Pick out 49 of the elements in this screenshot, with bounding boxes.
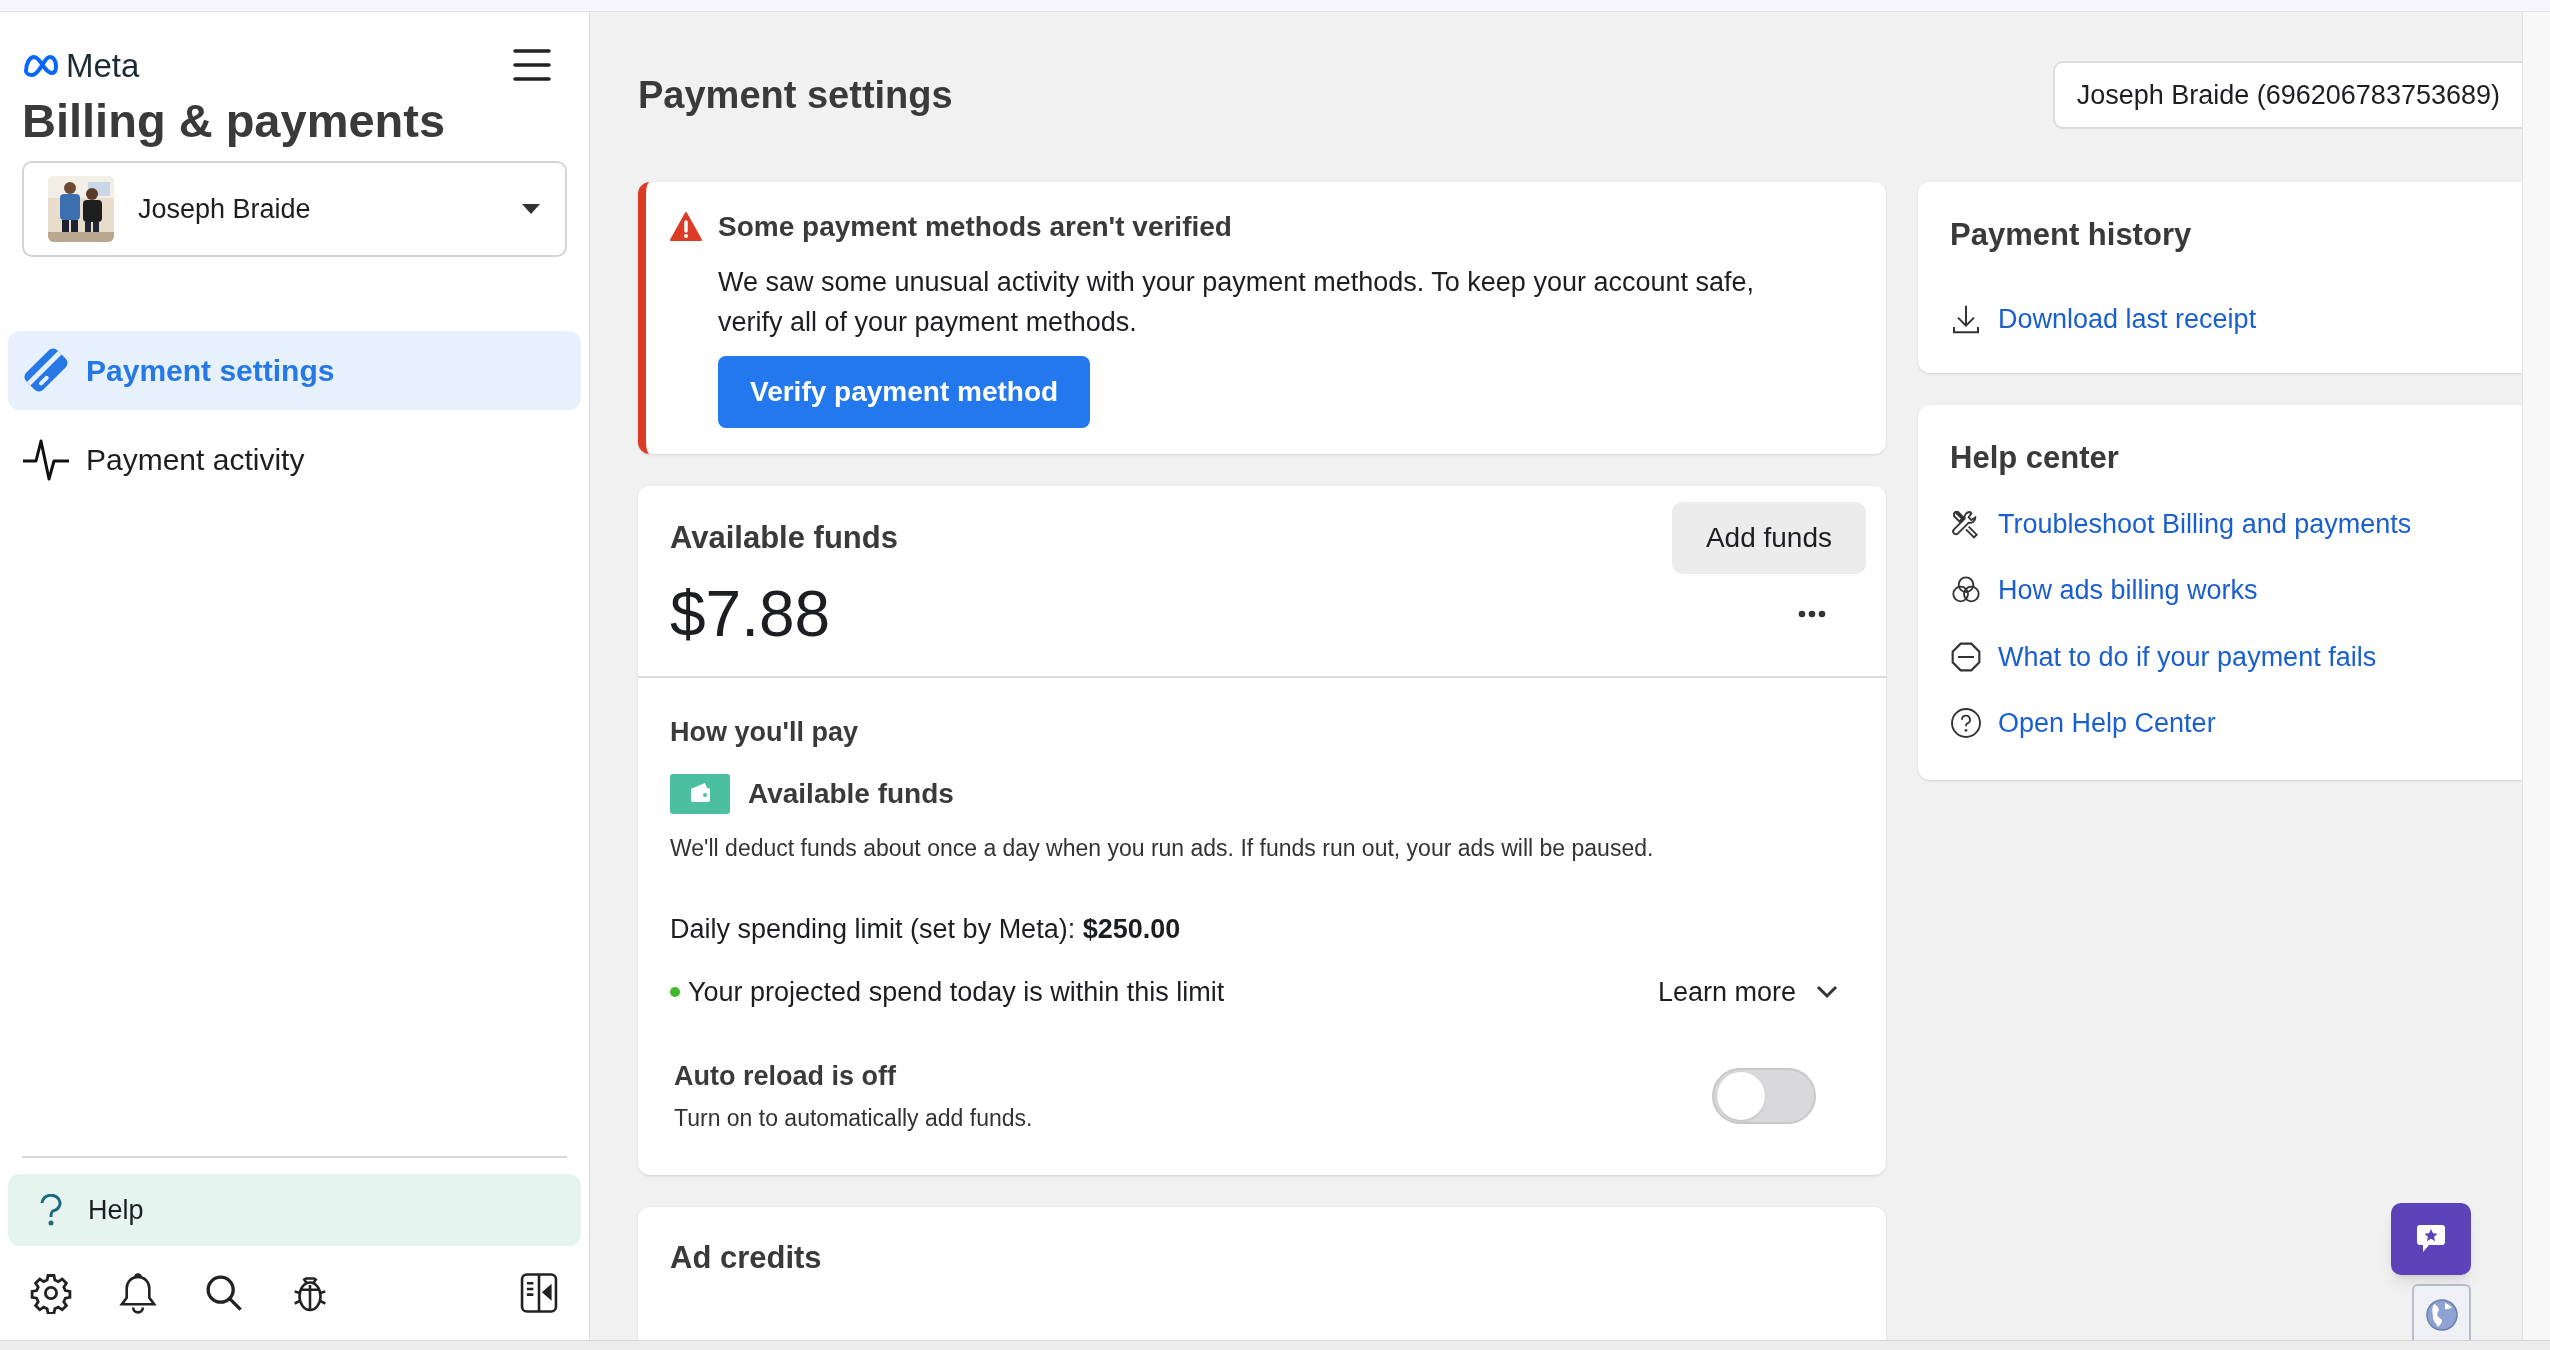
globe-icon xyxy=(2424,1298,2459,1332)
account-dropdown[interactable]: Joseph Braide xyxy=(22,160,567,257)
funds-amount: $7.88 xyxy=(670,582,831,646)
spending-limit: Daily spending limit (set by Meta): $250.00 xyxy=(670,913,1182,946)
settings-icon[interactable] xyxy=(30,1272,72,1314)
nav-item[interactable]: Payment activity xyxy=(8,419,581,499)
auto-reload-title: Auto reload is off xyxy=(674,1060,897,1093)
sidebar-title: Billing & payments xyxy=(21,93,447,149)
card-title: Ad credits xyxy=(670,1240,822,1275)
help-link[interactable]: What to do if your payment fails xyxy=(1998,636,2377,677)
wallet-icon xyxy=(670,773,730,814)
projected-spend-text: Your projected spend today is within this limit xyxy=(688,975,1225,1009)
card-title: Available funds xyxy=(670,518,898,557)
help-link[interactable]: Troubleshoot Billing and payments xyxy=(1998,503,2412,544)
meta-logo-icon xyxy=(22,53,60,77)
bell-icon[interactable] xyxy=(118,1272,158,1314)
menu-icon[interactable] xyxy=(513,48,551,82)
account-name: Joseph Braide xyxy=(138,192,312,226)
warning-icon xyxy=(670,212,702,242)
payment-method-name: Available funds xyxy=(748,776,954,811)
auto-reload-subtitle: Turn on to automatically add funds. xyxy=(674,1103,1033,1133)
more-icon[interactable] xyxy=(1798,610,1826,618)
question-icon xyxy=(40,1194,62,1226)
help-link[interactable]: Download last receipt xyxy=(1998,298,2257,339)
nav-item[interactable]: Payment settings xyxy=(8,330,581,410)
help-item[interactable]: Help xyxy=(8,1174,581,1246)
learn-more-link[interactable]: Learn more xyxy=(1657,971,1838,1012)
language-button[interactable] xyxy=(2412,1284,2471,1340)
question-icon xyxy=(1950,707,1982,740)
chevron-down-icon xyxy=(1816,984,1838,999)
verify-button[interactable]: Verify payment method xyxy=(718,356,1091,428)
account-selector[interactable]: Joseph Braide (696206783753689) xyxy=(2052,61,2522,129)
add-funds-button[interactable]: Add funds xyxy=(1671,502,1866,574)
help-link[interactable]: Open Help Center xyxy=(1998,703,2216,744)
search-icon[interactable] xyxy=(204,1273,244,1313)
brand-name: Meta xyxy=(66,48,140,82)
page-title: Payment settings xyxy=(638,72,953,118)
help-link[interactable]: How ads billing works xyxy=(1998,570,2258,611)
alert-title: Some payment methods aren't verified xyxy=(718,210,1232,244)
alert-message: We saw some unusual activity with your payment methods. To keep your account safe, verify all of your payment methods. xyxy=(718,266,1756,339)
card-title: Help center xyxy=(1950,439,2120,477)
feedback-button[interactable] xyxy=(2391,1203,2471,1275)
caret-icon xyxy=(521,202,541,215)
section-title: How you'll pay xyxy=(670,716,859,749)
auto-reload-toggle[interactable] xyxy=(1712,1067,1816,1124)
card-title: Payment history xyxy=(1950,216,2193,254)
payment-note: We'll deduct funds about once a day when you run ads. If funds run out, your ads will be paused. xyxy=(670,833,1655,863)
panel-toggle-icon[interactable] xyxy=(519,1272,559,1314)
stop-sign-icon xyxy=(1950,640,1982,673)
